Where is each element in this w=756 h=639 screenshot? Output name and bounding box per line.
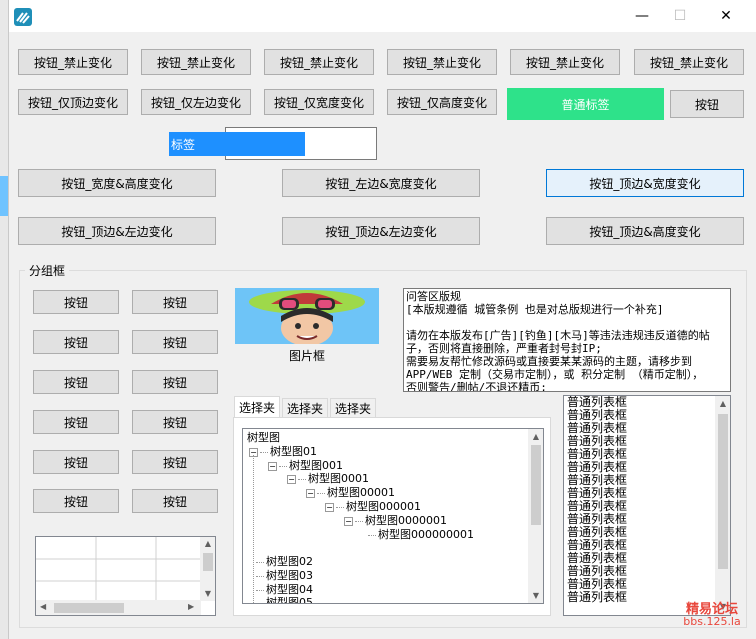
tree-node-0001[interactable]: − 树型图0001 [287, 472, 369, 485]
button-top-only[interactable]: 按钮_仅顶边变化 [18, 89, 128, 115]
collapse-box-icon[interactable]: − [268, 461, 277, 471]
group-button-6[interactable]: 按钮 [132, 370, 218, 394]
tree-node-02[interactable]: 树型图02 [256, 555, 313, 568]
multiline-textbox[interactable]: 问答区版规 [本版规遵循 城管条例 也是对总版规进行一个补充] 请勿在本版发布[… [403, 288, 731, 392]
text-line-6: 需要易友帮忙修改源码或直接要某某源码的主题，请移步到 [406, 355, 692, 368]
group-box-title: 分组框 [25, 262, 70, 279]
scroll-left-arrow-icon[interactable]: ◀ [40, 602, 46, 611]
tree-view[interactable]: 树型图 − 树型图01 − 树型图001 − 树型图0001 − 树型图00001 − 树… [242, 428, 544, 604]
text-line-5: 子，否则将直接删除，严重者封号封IP; [406, 342, 602, 355]
scroll-up-arrow-icon[interactable]: ▲ [200, 539, 215, 548]
button-top-height[interactable]: 按钮_顶边&高度变化 [546, 217, 744, 245]
text-line-8: 否则警告/删帖/不退还精币; [406, 381, 547, 392]
tree-vscroll-thumb[interactable] [531, 445, 541, 525]
group-button-1[interactable]: 按钮 [33, 290, 119, 314]
button-top-width[interactable]: 按钮_顶边&宽度变化 [546, 169, 744, 197]
scroll-up-arrow-icon[interactable]: ▲ [715, 399, 730, 408]
green-label: 普通标签 [507, 88, 664, 120]
group-button-12[interactable]: 按钮 [132, 489, 218, 513]
button-left-only[interactable]: 按钮_仅左边变化 [141, 89, 251, 115]
tree-node-root[interactable]: 树型图 [247, 431, 280, 444]
tree-vscroll[interactable]: ▲ ▼ [528, 429, 543, 603]
table-hscroll[interactable]: ◀ ▶ [36, 600, 201, 615]
scroll-up-arrow-icon[interactable]: ▲ [528, 432, 543, 441]
maximize-button[interactable]: ☐ [657, 0, 703, 32]
list-box[interactable]: 普通列表框 普通列表框 普通列表框 普通列表框 普通列表框 普通列表框 普通列表框 普通列表框… [563, 395, 731, 616]
tree-connector-line [253, 455, 254, 603]
button-static-3[interactable]: 按钮_禁止变化 [264, 49, 374, 75]
scroll-down-arrow-icon[interactable]: ▼ [528, 591, 543, 600]
button-width-height[interactable]: 按钮_宽度&高度变化 [18, 169, 216, 197]
collapse-box-icon[interactable]: − [344, 516, 353, 526]
button-static-5[interactable]: 按钮_禁止变化 [510, 49, 620, 75]
button-static-6[interactable]: 按钮_禁止变化 [634, 49, 744, 75]
collapse-box-icon[interactable]: − [306, 488, 315, 498]
cartoon-avatar-image [235, 288, 379, 344]
app-icon [14, 8, 32, 26]
table-vscroll-thumb[interactable] [203, 553, 213, 571]
tree-node-000000001[interactable]: 树型图000000001 [368, 528, 474, 541]
collapse-box-icon[interactable]: − [325, 502, 334, 512]
tree-node-00001[interactable]: − 树型图00001 [306, 486, 395, 499]
picture-box-label: 图片框 [288, 349, 325, 363]
text-line-1: 问答区版规 [406, 290, 461, 303]
list-vscroll[interactable]: ▲ ▼ [715, 396, 730, 615]
title-bar: — ☐ ✕ [9, 0, 756, 32]
tab-2[interactable]: 选择夹 [282, 398, 329, 418]
table-hscroll-thumb[interactable] [54, 603, 124, 613]
tab-1[interactable]: 选择夹 [234, 396, 281, 418]
tree-node-04[interactable]: 树型图04 [256, 583, 313, 596]
list-vscroll-thumb[interactable] [718, 414, 728, 569]
picture-box [235, 288, 379, 344]
background-avatar-fragment [0, 176, 8, 216]
button-static-4[interactable]: 按钮_禁止变化 [387, 49, 497, 75]
list-items: 普通列表框 普通列表框 普通列表框 普通列表框 普通列表框 普通列表框 普通列表框 普通列表框… [564, 396, 730, 604]
group-button-2[interactable]: 按钮 [132, 290, 218, 314]
text-line-3 [406, 316, 728, 329]
text-line-7: APP/WEB 定制（交易市定制），或 积分定制 （精币定制）， [406, 368, 704, 381]
button-left-width[interactable]: 按钮_左边&宽度变化 [282, 169, 480, 197]
group-button-5[interactable]: 按钮 [33, 370, 119, 394]
button-static-1[interactable]: 按钮_禁止变化 [18, 49, 128, 75]
background-window-edge [0, 0, 8, 639]
table-grid[interactable]: ▲ ▼ ◀ ▶ [35, 536, 216, 616]
tree-node-000001[interactable]: − 树型图000001 [325, 500, 421, 513]
tree-node-001[interactable]: − 树型图001 [268, 459, 343, 472]
watermark-url: bbs.125.la [683, 615, 741, 628]
tree-node-05[interactable]: 树型图05 [256, 596, 313, 603]
group-button-10[interactable]: 按钮 [132, 450, 218, 474]
group-button-3[interactable]: 按钮 [33, 330, 119, 354]
collapse-box-icon[interactable]: − [287, 474, 296, 484]
scroll-down-arrow-icon[interactable]: ▼ [200, 589, 215, 598]
button-static-2[interactable]: 按钮_禁止变化 [141, 49, 251, 75]
group-button-11[interactable]: 按钮 [33, 489, 119, 513]
button-width-only[interactable]: 按钮_仅宽度变化 [264, 89, 374, 115]
group-button-7[interactable]: 按钮 [33, 410, 119, 434]
tab-3[interactable]: 选择夹 [330, 398, 377, 418]
button-top-left-2[interactable]: 按钮_顶边&左边变化 [282, 217, 480, 245]
plain-button[interactable]: 按钮 [670, 90, 744, 118]
main-window: — ☐ ✕ 按钮_禁止变化 按钮_禁止变化 按钮_禁止变化 按钮_禁止变化 按钮… [8, 0, 756, 639]
text-line-2: [本版规遵循 城管条例 也是对总版规进行一个补充] [406, 303, 664, 316]
tree-node-01[interactable]: − 树型图01 [249, 445, 317, 458]
tree-node-0000001[interactable]: − 树型图0000001 [344, 514, 447, 527]
button-height-only[interactable]: 按钮_仅高度变化 [387, 89, 497, 115]
group-button-9[interactable]: 按钮 [33, 450, 119, 474]
selected-label: 标签 [169, 132, 305, 156]
button-top-left[interactable]: 按钮_顶边&左边变化 [18, 217, 216, 245]
group-button-4[interactable]: 按钮 [132, 330, 218, 354]
tree-node-03[interactable]: 树型图03 [256, 569, 313, 582]
scroll-right-arrow-icon[interactable]: ▶ [188, 602, 194, 611]
group-button-8[interactable]: 按钮 [132, 410, 218, 434]
close-button[interactable]: ✕ [703, 0, 749, 32]
text-line-4: 请勿在本版发布[广告][钓鱼][木马]等违法违规违反道德的帖 [406, 329, 710, 342]
table-vscroll[interactable]: ▲ ▼ [200, 537, 215, 601]
